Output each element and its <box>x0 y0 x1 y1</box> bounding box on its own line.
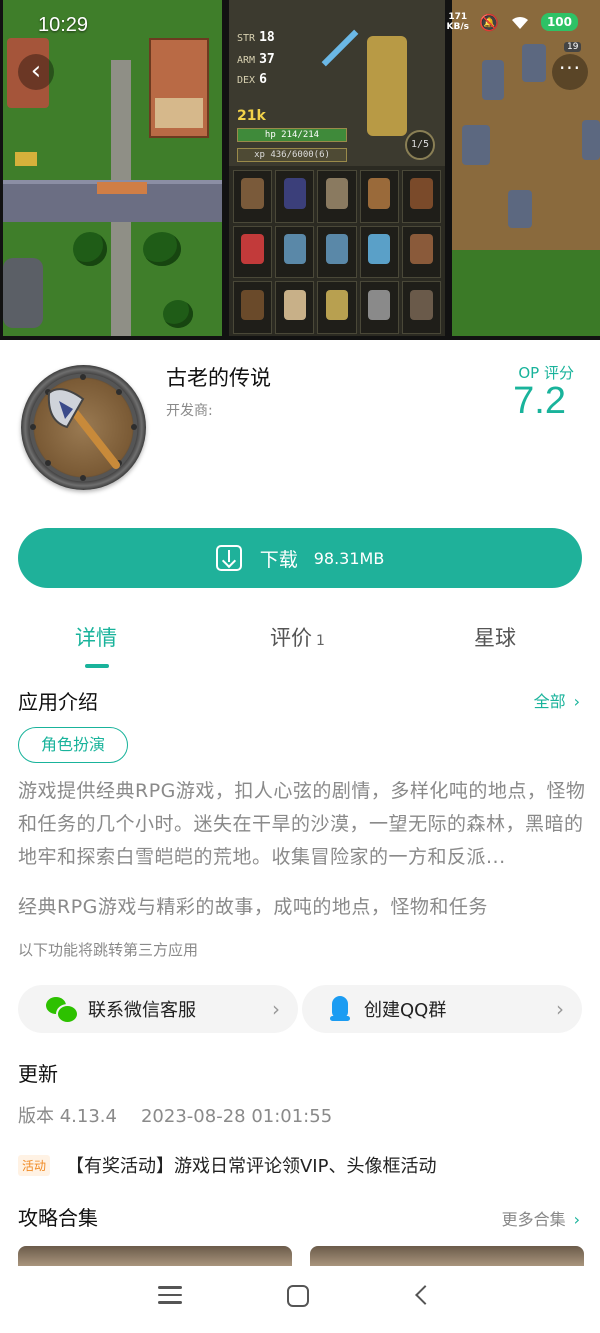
screenshot-3[interactable]: 19 <box>452 0 600 336</box>
wechat-support-button[interactable]: 联系微信客服 › <box>18 985 298 1033</box>
qq-icon <box>330 996 350 1022</box>
guides-title: 攻略合集 <box>18 1206 98 1230</box>
download-icon <box>215 545 242 571</box>
chevron-right-icon: › <box>573 692 580 711</box>
tab-planet[interactable]: 星球 <box>474 622 516 652</box>
recent-apps-button[interactable] <box>158 1286 182 1306</box>
wechat-icon <box>46 997 79 1024</box>
guide-card[interactable] <box>310 1246 584 1266</box>
intro-title: 应用介绍 <box>18 690 98 714</box>
download-button[interactable]: 下载 98.31MB <box>18 528 582 588</box>
intro-summary: 经典RPG游戏与精彩的故事，成吨的地点，怪物和任务 <box>18 896 488 918</box>
battery-indicator: 100 <box>540 13 578 31</box>
system-nav-bar <box>0 1266 600 1333</box>
intro-description: 游戏提供经典RPG游戏，扣人心弦的剧情，多样化吨的地点，怪物和任务的几个小时。迷… <box>18 780 586 868</box>
activity-link[interactable]: 【有奖活动】游戏日常评论领VIP、头像框活动 <box>66 1152 436 1178</box>
status-icons: 171 KB/s 🔕 100 <box>447 12 578 32</box>
map-badge: 19 <box>564 42 582 52</box>
chevron-right-icon: › <box>573 1210 580 1229</box>
status-time: 10:29 <box>38 14 89 36</box>
score-value: 7.2 <box>513 380 566 422</box>
battle-axe-icon <box>29 373 138 482</box>
third-party-note: 以下功能将跳转第三方应用 <box>18 941 199 959</box>
back-button[interactable]: ‹ <box>18 54 54 90</box>
update-date: 2023-08-28 01:01:55 <box>140 1106 333 1127</box>
app-title: 古老的传说 <box>166 366 271 390</box>
hp-bar: hp 214/214 <box>237 128 347 142</box>
gold-amount: 21k <box>237 108 266 124</box>
screenshot-1[interactable] <box>3 0 222 336</box>
download-label: 下载 <box>259 548 298 571</box>
mute-icon: 🔕 <box>479 12 499 32</box>
qq-group-button[interactable]: 创建QQ群 › <box>302 985 582 1033</box>
active-tab-indicator <box>85 664 109 668</box>
intro-all-link[interactable]: 全部 › <box>534 688 580 712</box>
home-button[interactable] <box>287 1285 309 1307</box>
chevron-right-icon: › <box>272 997 280 1021</box>
more-guides-link[interactable]: 更多合集 › <box>502 1206 580 1230</box>
developer-label: 开发商: <box>166 403 213 419</box>
inventory-page: 1/5 <box>405 130 435 160</box>
review-count: 1 <box>316 633 325 649</box>
activity-badge: 活动 <box>18 1155 51 1176</box>
version-info: 版本 4.13.4 2023-08-28 01:01:55 <box>18 1102 332 1128</box>
system-back-button[interactable] <box>415 1285 435 1305</box>
inventory-grid <box>233 170 441 334</box>
app-icon <box>21 365 146 490</box>
xp-bar: xp 436/6000(6) <box>237 148 347 162</box>
network-speed: 171 KB/s <box>446 12 470 32</box>
chevron-right-icon: › <box>556 997 564 1021</box>
tab-reviews[interactable]: 评价 1 <box>270 622 325 652</box>
more-options-button[interactable]: ··· <box>552 54 588 90</box>
stat-str: STR 18 <box>237 30 275 45</box>
version-number: 版本 4.13.4 <box>18 1106 117 1127</box>
tab-details[interactable]: 详情 <box>75 622 117 652</box>
screenshot-gallery[interactable]: STR 18 ARM 37 DEX 6 21k hp 214/214 xp 436/6… <box>0 0 600 340</box>
armor-icon <box>367 36 407 136</box>
category-tag[interactable]: 角色扮演 <box>18 727 129 763</box>
guide-card[interactable] <box>18 1246 292 1266</box>
wifi-icon <box>511 16 528 29</box>
update-title: 更新 <box>18 1062 58 1086</box>
download-size: 98.31MB <box>313 548 385 568</box>
screenshot-2[interactable]: STR 18 ARM 37 DEX 6 21k hp 214/214 xp 436/6… <box>229 0 445 336</box>
stat-arm: ARM 37 <box>237 52 275 67</box>
stat-dex: DEX 6 <box>237 72 267 87</box>
